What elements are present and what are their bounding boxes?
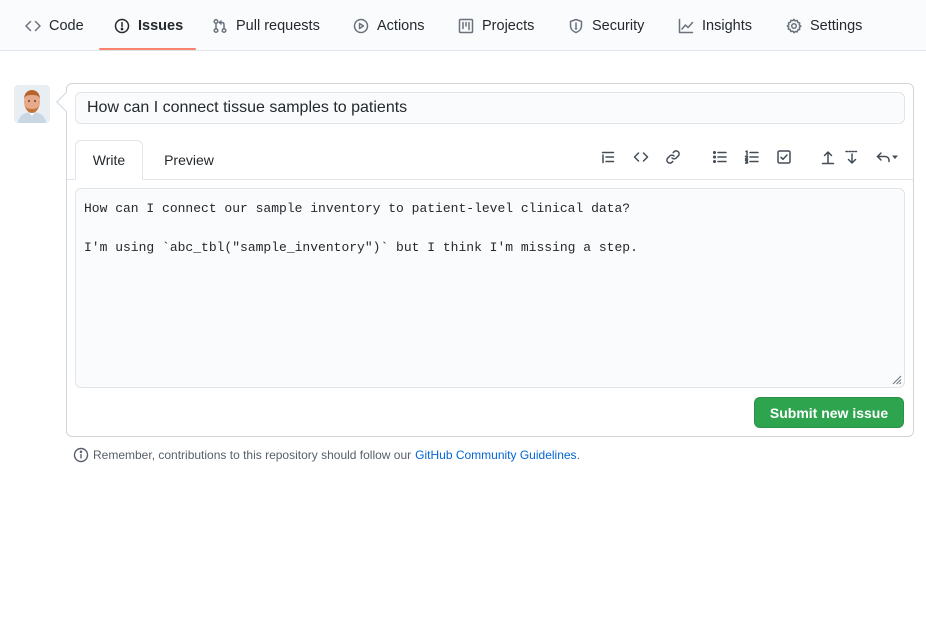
tab-write[interactable]: Write [75, 140, 143, 180]
issue-opened-icon [114, 18, 130, 33]
nav-tab-label: Pull requests [236, 17, 320, 34]
nav-tab-label: Projects [482, 17, 535, 34]
ordered-list-button[interactable] [741, 147, 763, 167]
reply-icon [876, 152, 890, 163]
nav-tab-label: Actions [377, 17, 425, 34]
guidelines-note: Remember, contributions to this reposito… [73, 446, 580, 463]
guidelines-note-suffix: . [576, 447, 580, 462]
download-button[interactable] [841, 147, 863, 167]
body-line: How can I connect our sample inventory t… [84, 201, 631, 216]
nav-tab-actions[interactable]: Actions [353, 0, 425, 51]
nav-tab-projects[interactable]: Projects [458, 0, 534, 51]
nav-tab-label: Issues [138, 17, 184, 34]
reply-menu-button[interactable] [871, 147, 903, 167]
unordered-list-button[interactable] [709, 147, 731, 167]
nav-tab-label: Insights [702, 17, 752, 34]
git-pull-request-icon [213, 18, 227, 33]
code-icon [633, 152, 649, 162]
submit-new-issue-button[interactable]: Submit new issue [754, 397, 904, 428]
task-list-icon [777, 150, 791, 164]
community-guidelines-link[interactable]: GitHub Community Guidelines [415, 448, 576, 462]
graph-icon [678, 18, 694, 33]
nav-tab-label: Settings [810, 17, 863, 34]
heading-icon [601, 151, 615, 164]
repo-nav: Code Issues Pull requests Actions Projec… [0, 0, 926, 51]
issue-title-input[interactable] [75, 92, 905, 124]
upload-icon [821, 151, 835, 165]
body-line: I'm using `abc_tbl("sample_inventory")` … [84, 240, 638, 255]
info-icon [73, 447, 89, 462]
selected-tab-underline [99, 48, 196, 50]
shield-icon [569, 18, 583, 33]
ordered-list-icon [744, 150, 759, 164]
unordered-list-icon [712, 150, 727, 164]
task-list-button[interactable] [773, 147, 795, 167]
issue-body-textarea[interactable]: How can I connect our sample inventory t… [75, 188, 905, 388]
nav-tab-code[interactable]: Code [25, 0, 84, 51]
resize-grip-icon[interactable] [890, 373, 902, 385]
nav-tab-issues[interactable]: Issues [114, 0, 183, 51]
heading-button[interactable] [597, 147, 619, 167]
link-icon [666, 150, 680, 164]
tab-preview[interactable]: Preview [150, 140, 228, 180]
nav-tab-label: Code [49, 17, 84, 34]
nav-tab-label: Security [592, 17, 645, 34]
link-button[interactable] [662, 147, 684, 167]
nav-tab-settings[interactable]: Settings [786, 0, 862, 51]
code-button[interactable] [630, 147, 652, 167]
nav-tab-insights[interactable]: Insights [678, 0, 752, 51]
guidelines-note-text: Remember, contributions to this reposito… [93, 447, 412, 462]
nav-tab-security[interactable]: Security [568, 0, 644, 51]
gear-icon [786, 18, 802, 33]
upload-button[interactable] [817, 147, 839, 167]
project-icon [458, 18, 474, 33]
body-line [84, 219, 896, 239]
chevron-down-icon [892, 155, 898, 159]
avatar[interactable] [14, 85, 50, 123]
download-icon [845, 150, 859, 164]
nav-tab-pull-requests[interactable]: Pull requests [212, 0, 320, 51]
play-icon [353, 18, 369, 33]
code-icon [25, 20, 41, 31]
